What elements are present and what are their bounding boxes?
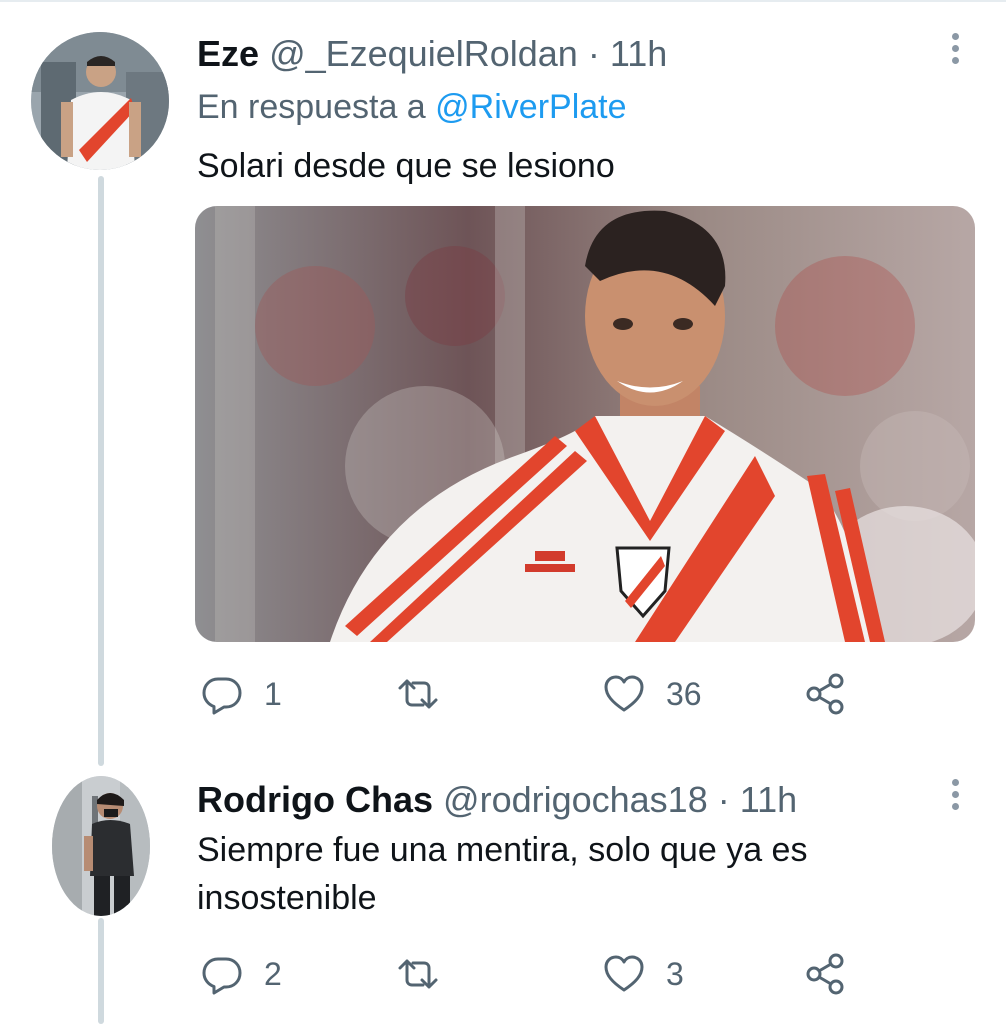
tweet-text: Siempre fue una mentira, solo que ya es … [197, 826, 807, 922]
tweet-media-photo[interactable] [195, 206, 975, 642]
thread-line [98, 176, 104, 766]
like-action[interactable]: 3 [602, 950, 684, 998]
tweet-header-eze: Eze @_EzequielRoldan · 11h [197, 36, 667, 72]
like-count: 3 [666, 955, 684, 992]
share-action[interactable] [804, 950, 848, 998]
display-name[interactable]: Rodrigo Chas [197, 779, 433, 820]
player-photo [195, 206, 975, 642]
timestamp[interactable]: 11h [740, 779, 797, 820]
tweet-text-line: Siempre fue una mentira, solo que ya es [197, 831, 808, 869]
share-action[interactable] [804, 670, 848, 718]
more-options-icon[interactable] [943, 770, 967, 818]
like-action[interactable]: 36 [602, 670, 702, 718]
replying-to: En respuesta a @RiverPlate [197, 90, 627, 124]
retweet-icon [398, 959, 438, 989]
reply-action[interactable]: 1 [200, 670, 282, 718]
display-name[interactable]: Eze [197, 33, 259, 74]
reply-count: 1 [264, 675, 282, 712]
avatar-rodrigo-image [52, 776, 150, 916]
replying-prefix: En respuesta a [197, 88, 426, 126]
user-handle[interactable]: @_EzequielRoldan [269, 33, 578, 74]
avatar-rodrigo[interactable] [52, 776, 150, 916]
user-handle[interactable]: @rodrigochas18 [443, 779, 708, 820]
share-icon [806, 673, 844, 715]
avatar-eze[interactable] [31, 32, 169, 170]
retweet-action[interactable] [396, 950, 460, 998]
like-icon [604, 955, 644, 992]
tweet-text-line: insostenible [197, 879, 377, 917]
top-divider [0, 0, 1006, 2]
mention-link[interactable]: @RiverPlate [435, 88, 626, 126]
avatar-eze-image [31, 32, 169, 170]
like-count: 36 [666, 675, 702, 712]
retweet-action[interactable] [396, 670, 460, 718]
meta-separator: · [717, 779, 730, 820]
timestamp[interactable]: 11h [610, 33, 667, 74]
share-icon [806, 953, 844, 995]
tweet-text: Solari desde que se lesiono [197, 147, 615, 185]
reply-action[interactable]: 2 [200, 950, 282, 998]
like-icon [604, 675, 644, 712]
reply-count: 2 [264, 955, 282, 992]
reply-icon [202, 677, 242, 715]
thread-line-continued [98, 918, 104, 1024]
meta-separator: · [587, 33, 600, 74]
reply-icon [202, 957, 242, 995]
tweet-header-rodrigo: Rodrigo Chas @rodrigochas18 · 11h [197, 782, 797, 818]
retweet-icon [398, 679, 438, 709]
more-options-icon[interactable] [943, 24, 967, 72]
